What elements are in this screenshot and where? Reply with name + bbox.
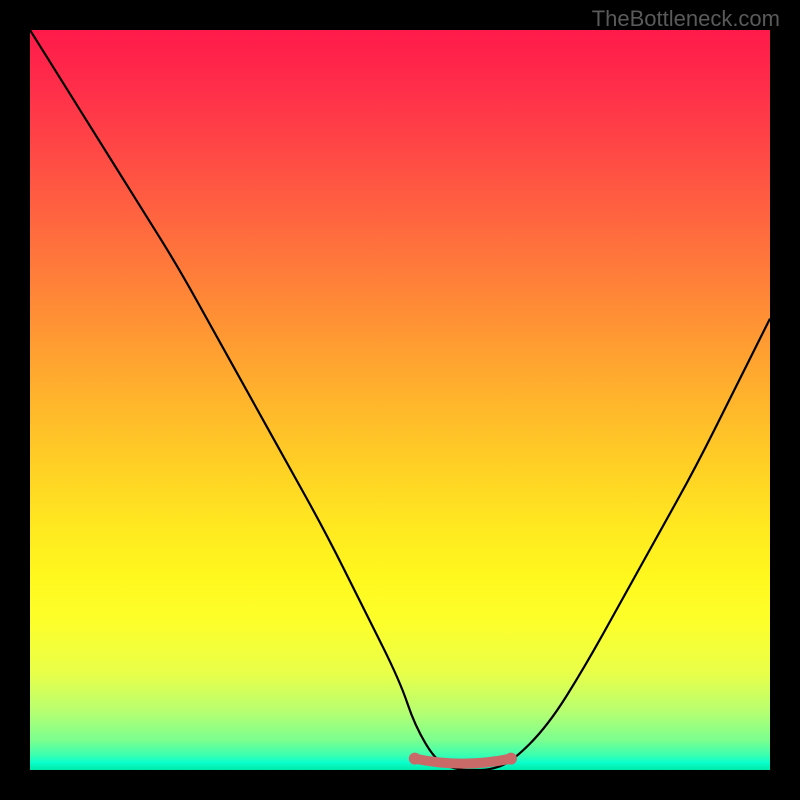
- tolerance-band: [30, 30, 770, 770]
- attribution-text: TheBottleneck.com: [592, 6, 780, 32]
- plot-area: [30, 30, 770, 770]
